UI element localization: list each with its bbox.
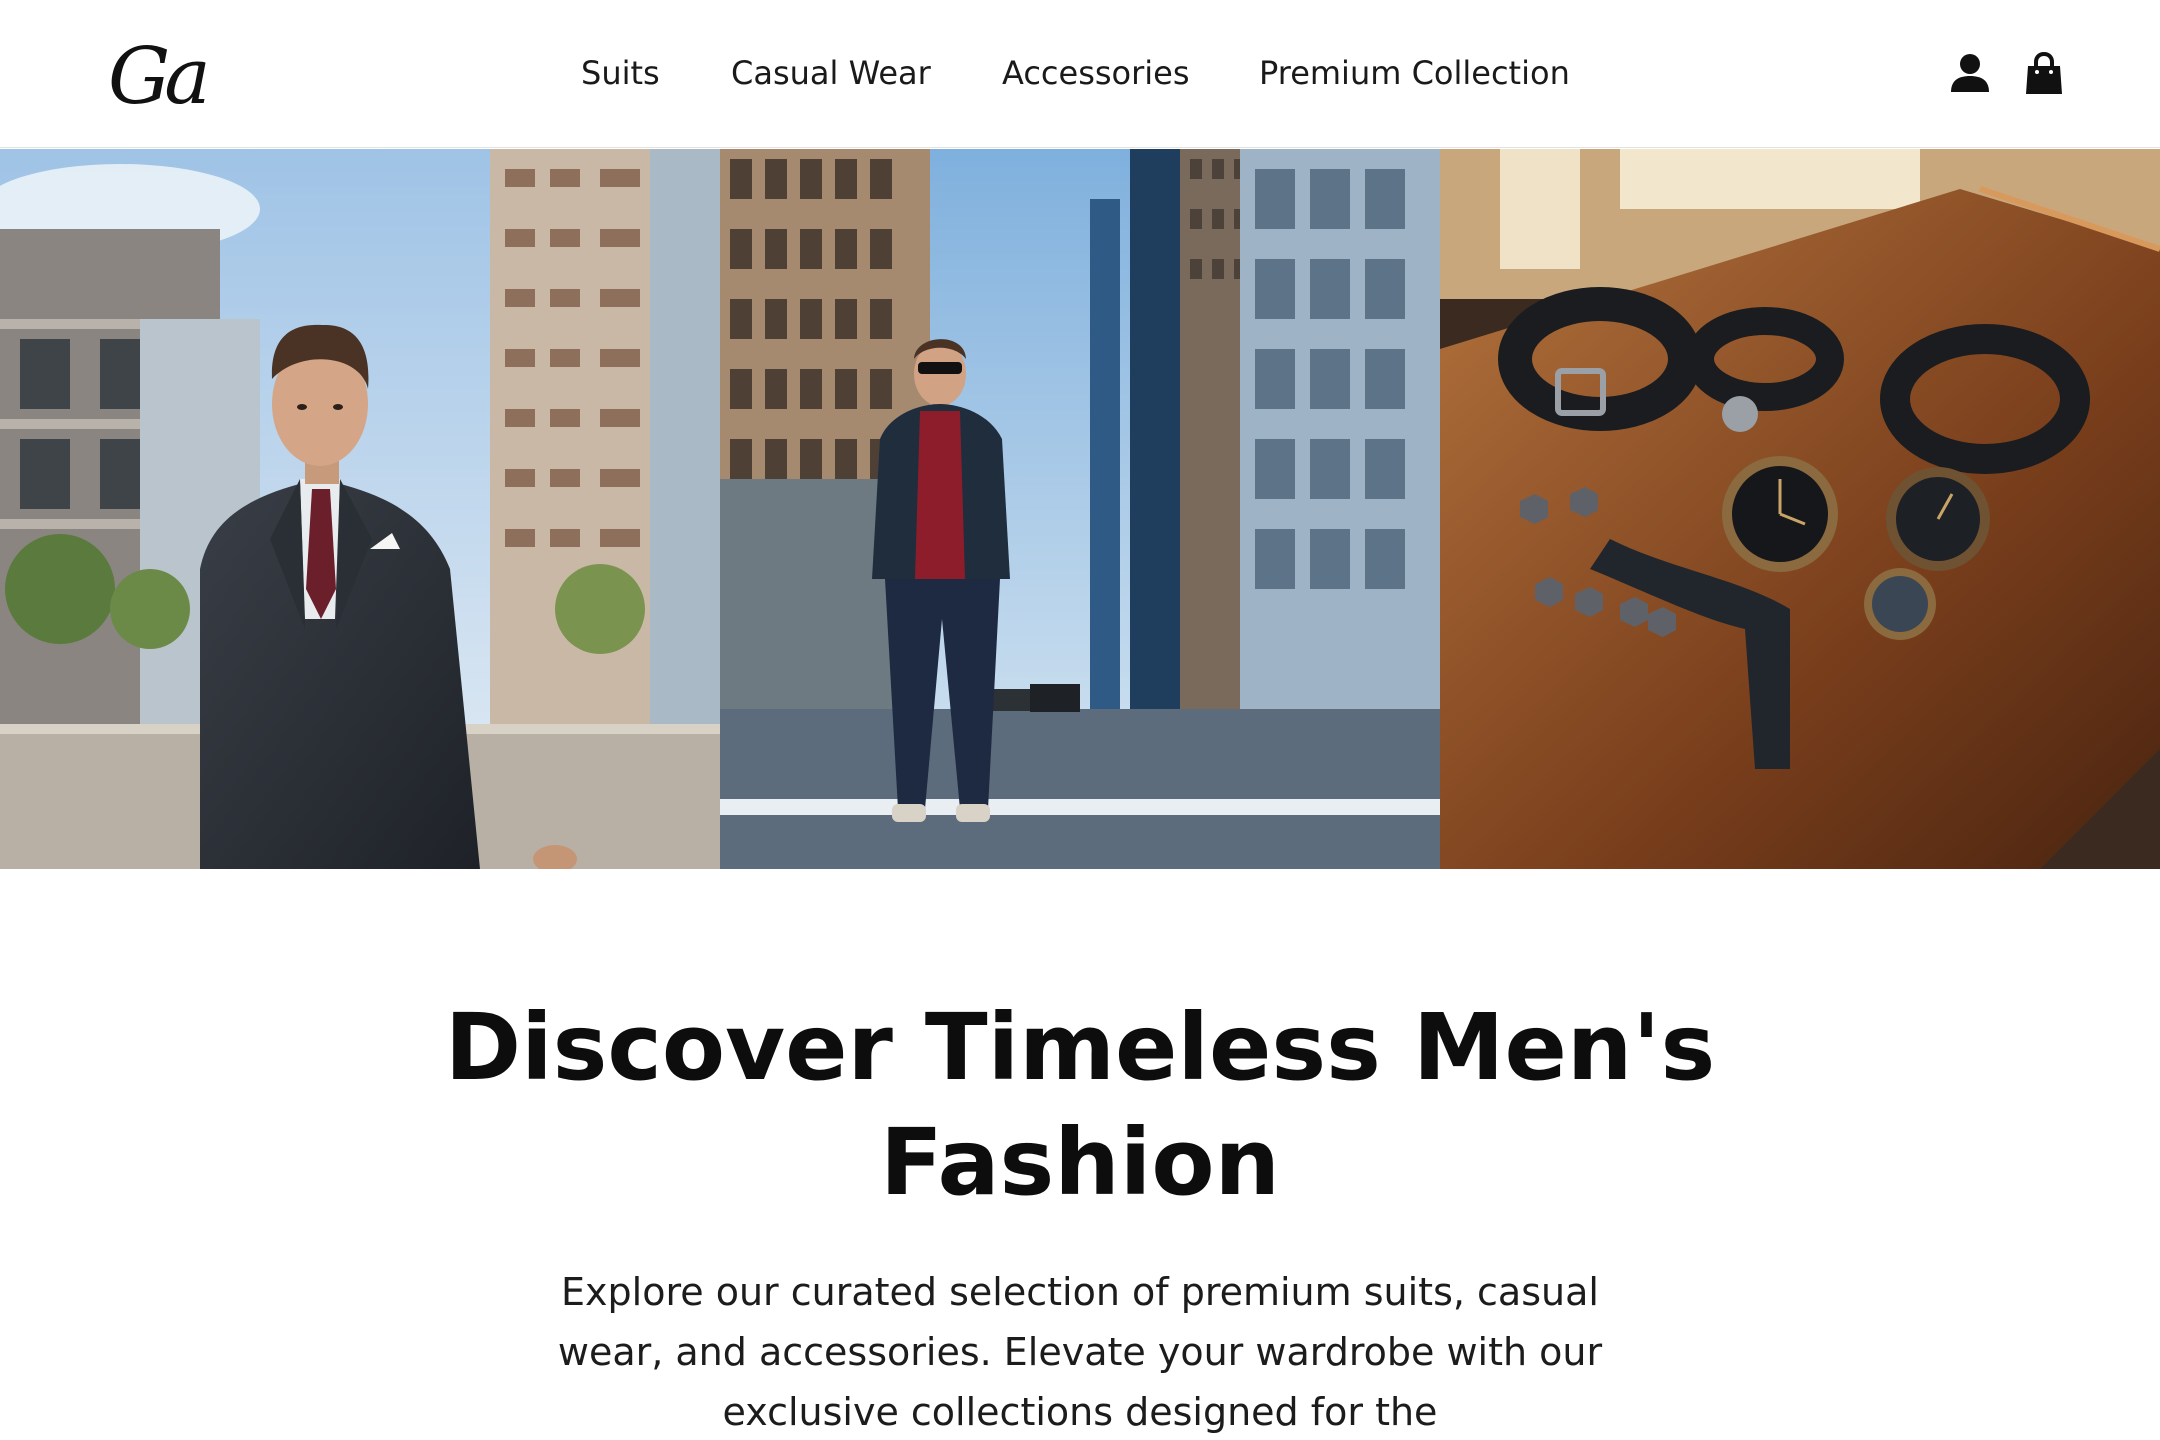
hero-headline: Discover Timeless Men's Fashion	[444, 994, 1716, 1216]
main-navigation: Suits Casual Wear Accessories Premium Co…	[0, 48, 2160, 98]
accessories-photo[interactable]	[1440, 149, 2160, 869]
nav-link-casual-wear[interactable]: Casual Wear	[731, 48, 931, 98]
site-header: Ga Suits Casual Wear Accessories Premium…	[0, 0, 2160, 148]
nav-link-suits[interactable]: Suits	[581, 48, 660, 98]
shopping-bag-icon[interactable]	[2020, 50, 2068, 98]
suit-model-photo[interactable]	[0, 149, 720, 869]
hero-description: Explore our curated selection of premium…	[557, 1270, 1603, 1434]
brand-logo[interactable]: Ga	[108, 30, 218, 125]
user-icon[interactable]	[1946, 50, 1994, 98]
nav-link-accessories[interactable]: Accessories	[1002, 48, 1190, 98]
hero-image-strip	[0, 149, 2160, 869]
casual-wear-model-photo[interactable]	[720, 149, 1440, 869]
nav-link-premium-collection[interactable]: Premium Collection	[1259, 48, 1570, 98]
